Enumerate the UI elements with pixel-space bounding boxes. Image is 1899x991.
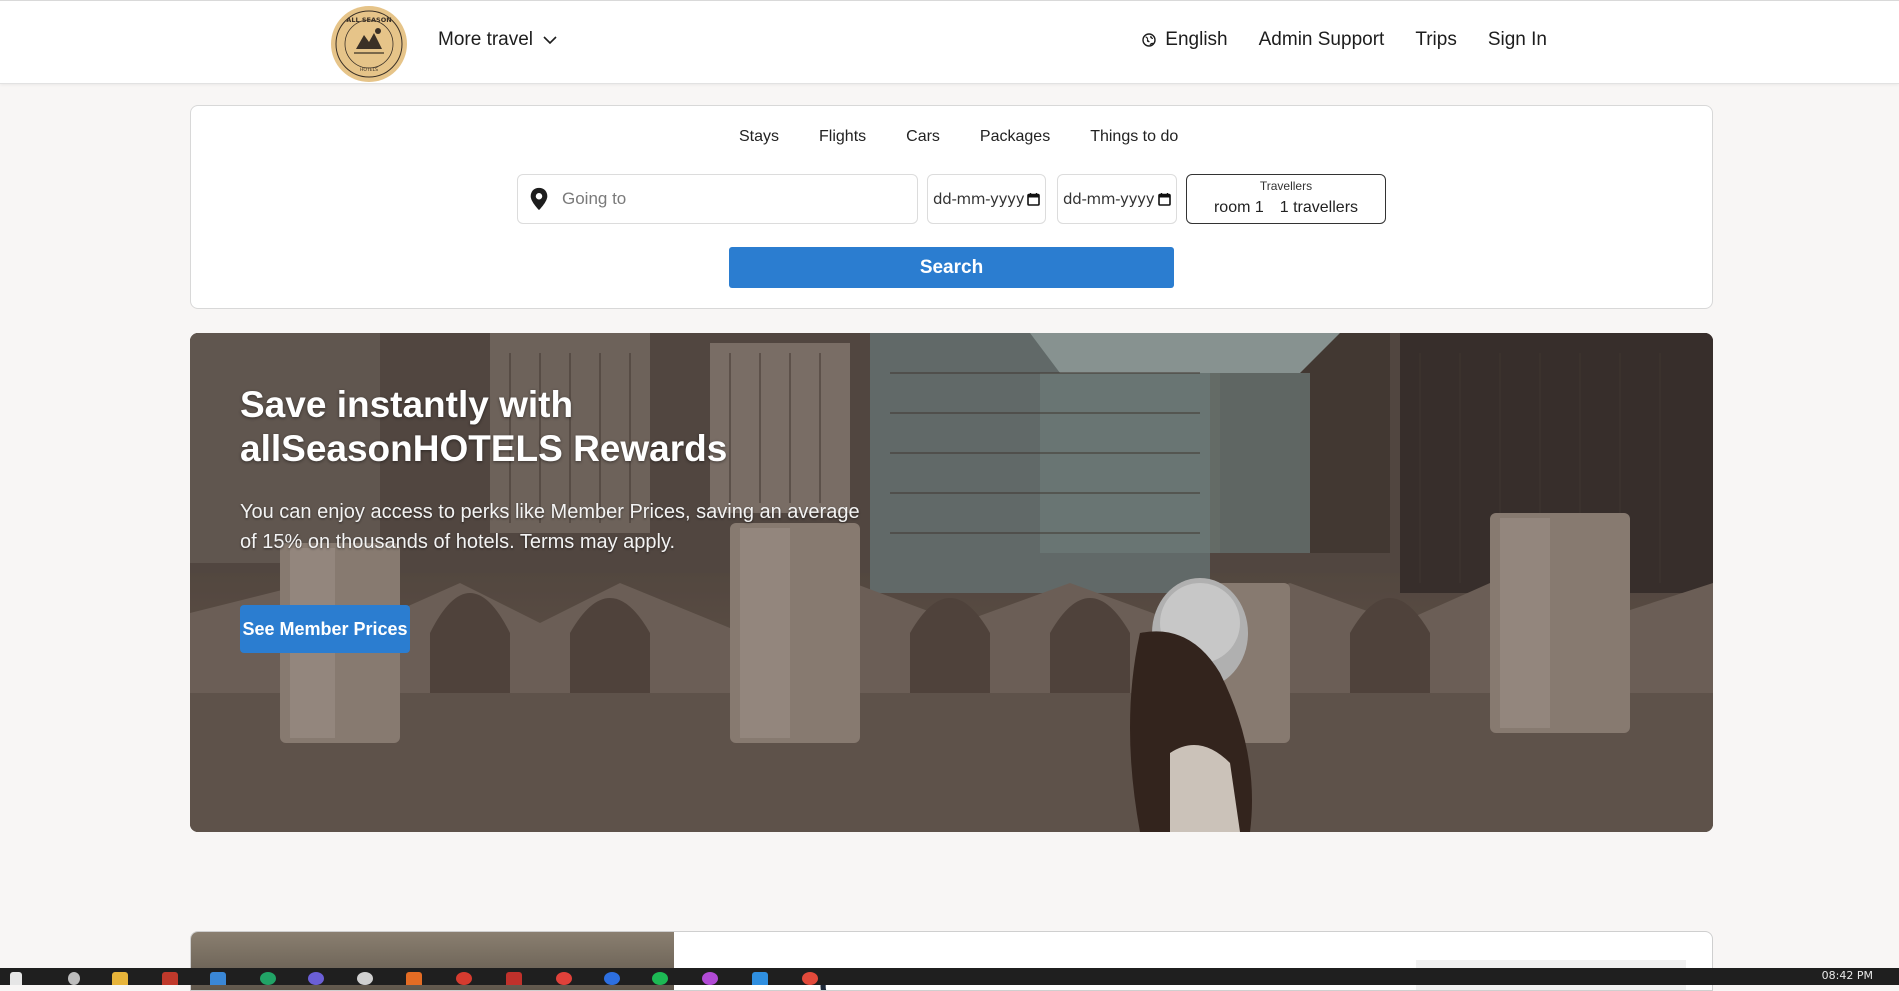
- check-out-date-input[interactable]: dd-mm-yyyy: [1057, 174, 1177, 224]
- travellers-summary: room 1 1 travellers: [1187, 199, 1385, 217]
- search-panel: Stays Flights Cars Packages Things to do…: [190, 105, 1713, 309]
- top-navigation-bar: ALL SEASON HOTELS More travel English Ad…: [0, 0, 1899, 84]
- brand-logo-icon: ALL SEASON HOTELS: [335, 10, 403, 78]
- app-icon[interactable]: [162, 972, 178, 985]
- admin-support-link[interactable]: Admin Support: [1259, 29, 1385, 51]
- tab-cars[interactable]: Cars: [906, 128, 940, 146]
- app-icon[interactable]: [357, 972, 373, 985]
- header-nav: English Admin Support Trips Sign In: [1142, 29, 1547, 51]
- chevron-down-icon: [543, 35, 557, 44]
- os-taskbar: 08:42 PM: [0, 968, 1899, 985]
- see-member-prices-button[interactable]: See Member Prices: [240, 605, 410, 653]
- trips-label: Trips: [1415, 29, 1457, 50]
- language-selector[interactable]: English: [1142, 29, 1228, 51]
- brand-logo[interactable]: ALL SEASON HOTELS: [331, 6, 407, 82]
- chrome-icon[interactable]: [802, 972, 818, 985]
- calendar-icon[interactable]: [1158, 192, 1171, 206]
- admin-support-label: Admin Support: [1258, 29, 1385, 50]
- check-in-date-input[interactable]: dd-mm-yyyy: [927, 174, 1046, 224]
- rewards-hero-banner: Save instantly with allSeasonHOTELS Rewa…: [190, 333, 1713, 832]
- more-travel-label: More travel: [438, 29, 534, 50]
- map-pin-icon: [530, 187, 548, 211]
- travellers-selector[interactable]: Travellers room 1 1 travellers: [1186, 174, 1386, 224]
- tab-flights[interactable]: Flights: [819, 128, 866, 146]
- start-icon[interactable]: [10, 972, 22, 985]
- app-icon[interactable]: [210, 972, 226, 985]
- vscode-icon[interactable]: [752, 972, 768, 985]
- app-icon[interactable]: [260, 972, 276, 985]
- travellers-label: Travellers: [1259, 179, 1313, 193]
- check-out-placeholder: dd-mm-yyyy: [1063, 190, 1155, 208]
- tab-things-to-do[interactable]: Things to do: [1090, 128, 1178, 146]
- app-icon[interactable]: [456, 972, 472, 985]
- search-button[interactable]: Search: [729, 247, 1174, 288]
- svg-text:HOTELS: HOTELS: [360, 67, 378, 73]
- app-icon[interactable]: [308, 972, 324, 985]
- tab-packages[interactable]: Packages: [980, 128, 1050, 146]
- hero-title: Save instantly with allSeasonHOTELS Rewa…: [240, 384, 728, 469]
- search-icon[interactable]: [68, 972, 80, 985]
- app-icon[interactable]: [652, 972, 668, 985]
- more-travel-dropdown[interactable]: More travel: [438, 29, 557, 51]
- sign-in-link[interactable]: Sign In: [1488, 29, 1547, 51]
- taskbar-clock: 08:42 PM: [1821, 969, 1873, 982]
- search-tabs: Stays Flights Cars Packages Things to do: [739, 128, 1178, 146]
- app-icon[interactable]: [556, 972, 572, 985]
- svg-text:ALL SEASON: ALL SEASON: [346, 16, 391, 24]
- globe-icon: [1142, 33, 1156, 47]
- language-label: English: [1165, 29, 1228, 50]
- destination-field[interactable]: [517, 174, 918, 224]
- hero-subtitle: You can enjoy access to perks like Membe…: [240, 501, 860, 553]
- sign-in-label: Sign In: [1487, 29, 1547, 50]
- going-to-input[interactable]: [560, 188, 894, 210]
- travellers-count: 1 travellers: [1279, 199, 1359, 216]
- app-icon[interactable]: [604, 972, 620, 985]
- check-in-placeholder: dd-mm-yyyy: [933, 190, 1025, 208]
- app-icon[interactable]: [406, 972, 422, 985]
- calendar-icon[interactable]: [1027, 192, 1040, 206]
- app-icon[interactable]: [506, 972, 522, 985]
- app-icon[interactable]: [702, 972, 718, 985]
- tab-stays[interactable]: Stays: [739, 128, 779, 146]
- rooms-value: room 1: [1213, 199, 1264, 216]
- file-explorer-icon[interactable]: [112, 972, 128, 985]
- trips-link[interactable]: Trips: [1415, 29, 1457, 51]
